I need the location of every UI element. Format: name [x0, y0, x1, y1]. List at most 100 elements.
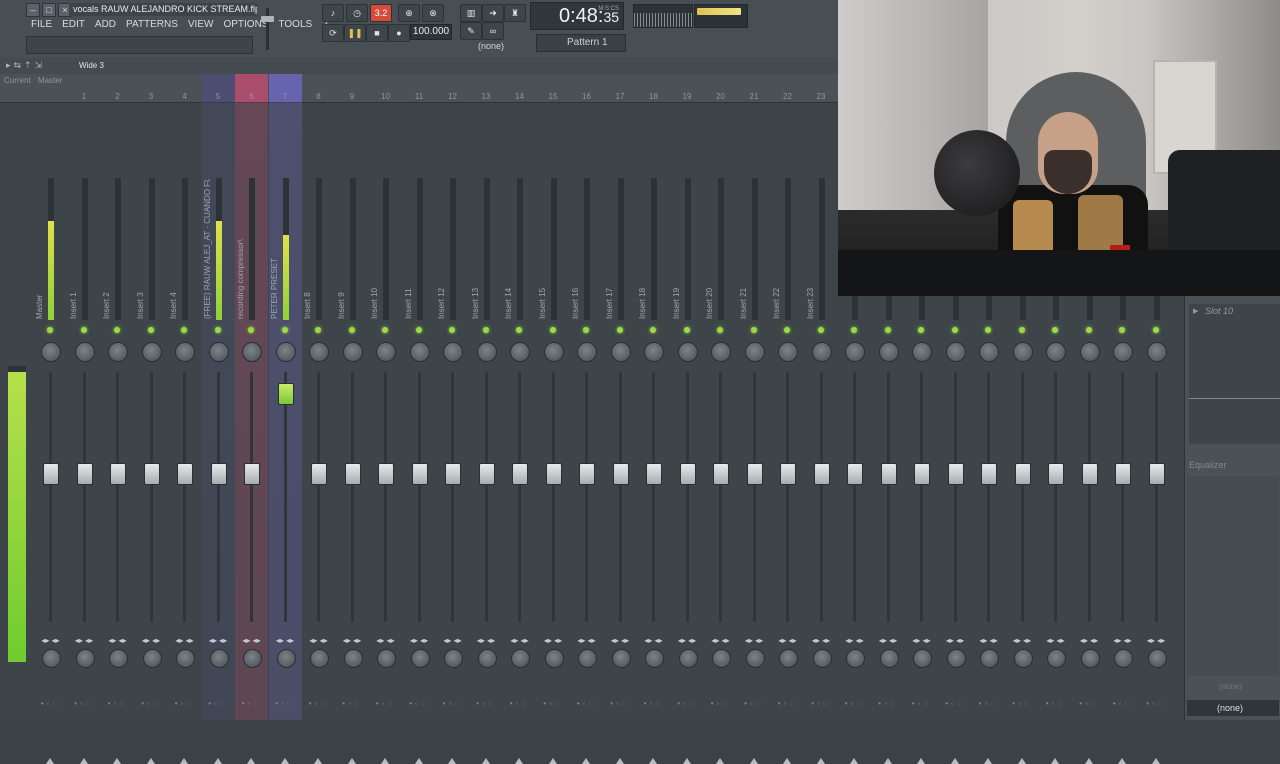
send-arrow-icon[interactable] — [314, 758, 322, 764]
volume-fader[interactable] — [344, 463, 361, 485]
volume-fader[interactable] — [1148, 463, 1165, 485]
send-arrow-icon[interactable] — [950, 758, 959, 764]
mixer-track[interactable]: 8 Insert 8 ◂▸ ◂▸ •◦◌ — [302, 74, 335, 764]
bell-icon[interactable]: ♜ — [504, 4, 526, 22]
stereo-knob[interactable] — [176, 649, 195, 668]
fader-track[interactable] — [1121, 372, 1124, 622]
send-arrow-icon[interactable] — [716, 758, 724, 764]
fader-track[interactable] — [451, 372, 454, 622]
send-arrow-icon[interactable] — [481, 758, 490, 764]
fader-track[interactable] — [685, 372, 689, 622]
routing-icons[interactable]: •◦◌ — [202, 699, 235, 708]
fx-enable-led[interactable] — [482, 327, 489, 333]
stereo-separation-icon[interactable]: ◂▸ ◂▸ — [1010, 636, 1035, 645]
stereo-separation-icon[interactable]: ◂▸ ◂▸ — [1110, 636, 1135, 645]
input-selector[interactable]: (none) — [1189, 680, 1279, 694]
routing-icons[interactable]: •◦◌ — [135, 699, 168, 708]
volume-fader[interactable] — [76, 463, 93, 485]
stereo-separation-icon[interactable]: ◂▸ ◂▸ — [742, 636, 767, 645]
fader-track[interactable] — [384, 372, 387, 622]
stop-icon[interactable]: ■ — [366, 24, 388, 42]
volume-fader[interactable] — [210, 463, 227, 485]
volume-fader[interactable] — [411, 463, 428, 485]
stereo-knob[interactable] — [1013, 649, 1033, 668]
stereo-separation-icon[interactable]: ◂▸ ◂▸ — [407, 636, 432, 645]
routing-icons[interactable]: •◦◌ — [1039, 699, 1072, 708]
mixer-track[interactable]: 2 Insert 2 ◂▸ ◂▸ •◦◌ — [101, 74, 134, 764]
stereo-knob[interactable] — [410, 649, 430, 668]
pan-knob[interactable] — [1012, 342, 1033, 362]
send-arrow-icon[interactable] — [582, 758, 590, 764]
stereo-knob[interactable] — [645, 649, 664, 668]
stereo-separation-icon[interactable]: ◂▸ ◂▸ — [139, 636, 164, 645]
stereo-separation-icon[interactable]: ◂▸ ◂▸ — [675, 636, 700, 645]
routing-icons[interactable]: •◦◌ — [68, 699, 101, 708]
play-icon[interactable]: ❚❚ — [344, 24, 366, 42]
pan-knob[interactable] — [677, 342, 698, 362]
link-icon[interactable]: ∞ — [482, 22, 504, 40]
stereo-knob[interactable] — [913, 649, 932, 668]
send-arrow-icon[interactable] — [1017, 758, 1026, 764]
pan-knob[interactable] — [476, 342, 497, 362]
pan-knob[interactable] — [878, 342, 899, 362]
mixer-track[interactable]: 11 Insert 11 ◂▸ ◂▸ •◦◌ — [403, 74, 436, 764]
send-arrow-icon[interactable] — [515, 758, 523, 764]
pan-knob[interactable] — [1046, 342, 1066, 362]
routing-icons[interactable]: •◦◌ — [168, 699, 201, 708]
send-arrow-icon[interactable] — [347, 758, 356, 764]
fader-track[interactable] — [1020, 372, 1024, 622]
fader-track[interactable] — [786, 372, 789, 622]
send-arrow-icon[interactable] — [381, 758, 389, 764]
send-arrow-icon[interactable] — [1151, 758, 1160, 764]
volume-fader[interactable] — [1048, 463, 1064, 485]
stereo-knob[interactable] — [42, 649, 61, 668]
fader-track[interactable] — [518, 372, 521, 622]
routing-icons[interactable]: •◦◌ — [101, 699, 134, 708]
pencil-icon[interactable]: ✎ — [460, 22, 482, 40]
tempo-display[interactable]: 100.000 — [410, 24, 452, 40]
volume-fader[interactable] — [847, 463, 863, 485]
fader-track[interactable] — [920, 372, 923, 622]
fader-track[interactable] — [183, 372, 186, 622]
stereo-separation-icon[interactable]: ◂▸ ◂▸ — [842, 636, 867, 645]
mixer-track[interactable]: 18 Insert 18 ◂▸ ◂▸ •◦◌ — [637, 74, 670, 764]
mixer-track[interactable]: 15 Insert 15 ◂▸ ◂▸ •◦◌ — [537, 74, 570, 764]
pan-knob[interactable] — [108, 342, 128, 362]
fx-enable-led[interactable] — [583, 327, 589, 333]
stereo-separation-icon[interactable]: ◂▸ ◂▸ — [809, 636, 834, 645]
routing-icons[interactable]: •◦◌ — [436, 699, 469, 708]
volume-fader[interactable] — [143, 463, 160, 485]
stereo-knob[interactable] — [611, 649, 631, 668]
mixer-track[interactable]: 13 Insert 13 ◂▸ ◂▸ •◦◌ — [470, 74, 503, 764]
send-arrow-icon[interactable] — [682, 758, 691, 764]
routing-icons[interactable]: •◦◌ — [570, 699, 603, 708]
fx-enable-led[interactable] — [750, 327, 757, 333]
stereo-knob[interactable] — [578, 649, 597, 668]
routing-icons[interactable]: •◦◌ — [604, 699, 637, 708]
volume-fader[interactable] — [43, 463, 59, 485]
pan-knob[interactable] — [141, 342, 162, 362]
stereo-separation-icon[interactable]: ◂▸ ◂▸ — [273, 636, 298, 645]
fader-track[interactable] — [283, 372, 287, 622]
fx-enable-led[interactable] — [181, 327, 187, 333]
routing-icons[interactable]: •◦◌ — [905, 699, 938, 708]
pan-knob[interactable] — [644, 342, 664, 362]
stereo-knob[interactable] — [846, 649, 865, 668]
pan-knob[interactable] — [711, 342, 731, 362]
fader-track[interactable] — [953, 372, 957, 622]
routing-icons[interactable]: •◦◌ — [1106, 699, 1139, 708]
fx-enable-led[interactable] — [415, 327, 422, 333]
pan-knob[interactable] — [845, 342, 865, 362]
mixer-track[interactable]: 20 Insert 20 ◂▸ ◂▸ •◦◌ — [704, 74, 737, 764]
mixer-track[interactable]: 7 PETER PRESET ◂▸ ◂▸ •◦◌ — [268, 74, 302, 764]
stereo-knob[interactable] — [477, 649, 497, 668]
stereo-separation-icon[interactable]: ◂▸ ◂▸ — [373, 636, 398, 645]
fx-enable-led[interactable] — [214, 327, 221, 333]
volume-fader[interactable] — [512, 463, 528, 485]
fx-enable-led[interactable] — [348, 327, 355, 333]
blend-icon[interactable]: ⊗ — [422, 4, 444, 22]
volume-fader[interactable] — [579, 463, 595, 485]
menu-item[interactable]: EDIT — [57, 18, 90, 32]
fx-enable-led[interactable] — [248, 327, 254, 333]
pan-knob[interactable] — [979, 342, 999, 362]
